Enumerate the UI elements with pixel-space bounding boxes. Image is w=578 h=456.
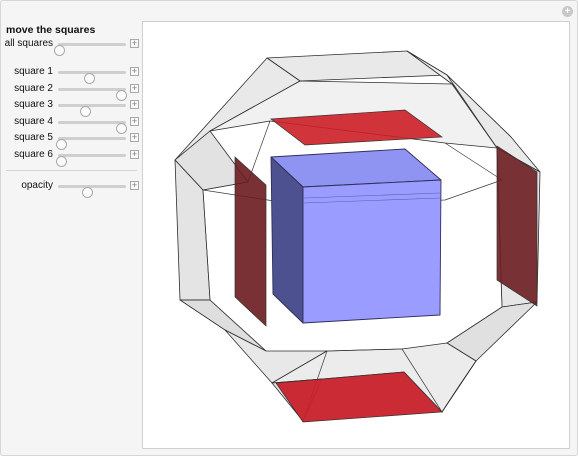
plus-icon[interactable]: +: [130, 84, 139, 93]
plus-icon[interactable]: +: [130, 39, 139, 48]
slider-label: square 1: [14, 66, 53, 77]
slider-row-square-2: square 2 +: [0, 82, 142, 101]
slider-row-square-6: square 6 +: [0, 148, 142, 167]
slider-row-opacity: opacity +: [0, 179, 142, 198]
plus-icon[interactable]: +: [130, 150, 139, 159]
slider-row-all-squares: all squares +: [0, 37, 142, 56]
plus-icon[interactable]: +: [130, 100, 139, 109]
plus-icon[interactable]: +: [130, 133, 139, 142]
slider-label: square 5: [14, 132, 53, 143]
divider: [6, 170, 137, 171]
slider-label: square 6: [14, 149, 53, 160]
slider-thumb[interactable]: [56, 156, 68, 167]
slider-track[interactable]: [58, 121, 128, 134]
slider-track[interactable]: [58, 71, 126, 84]
plus-icon[interactable]: +: [130, 67, 139, 76]
slider-label: opacity: [21, 180, 53, 191]
slider-row-square-4: square 4 +: [0, 115, 142, 134]
cube-left: [270, 156, 304, 324]
slider-label: all squares: [4, 38, 53, 49]
slider-track[interactable]: [58, 104, 126, 117]
slider-thumb[interactable]: [82, 187, 94, 198]
graphics-canvas[interactable]: [142, 21, 570, 449]
slider-thumb[interactable]: [54, 45, 66, 56]
slider-track[interactable]: [58, 185, 126, 198]
slider-label: square 4: [14, 116, 53, 127]
slider-row-square-5: square 5 +: [0, 131, 142, 150]
polyhedron-graphic: [174, 50, 541, 423]
plus-icon[interactable]: +: [130, 117, 139, 126]
red-square-right: [496, 145, 538, 307]
slider-track[interactable]: [56, 154, 126, 167]
slider-label: square 3: [14, 99, 53, 110]
plus-circle-icon[interactable]: +: [562, 6, 573, 17]
slider-row-square-1: square 1 +: [0, 65, 142, 84]
plus-icon[interactable]: +: [130, 181, 139, 190]
slider-track[interactable]: [58, 88, 128, 101]
controls-heading: move the squares: [6, 24, 96, 36]
slider-track[interactable]: [56, 137, 126, 150]
red-square-left: [234, 156, 267, 327]
slider-track[interactable]: [54, 43, 126, 56]
slider-row-square-3: square 3 +: [0, 98, 142, 117]
slider-label: square 2: [14, 83, 53, 94]
control-panel: move the squares all squares + square 1 …: [0, 0, 142, 456]
cube-front: [302, 179, 442, 324]
